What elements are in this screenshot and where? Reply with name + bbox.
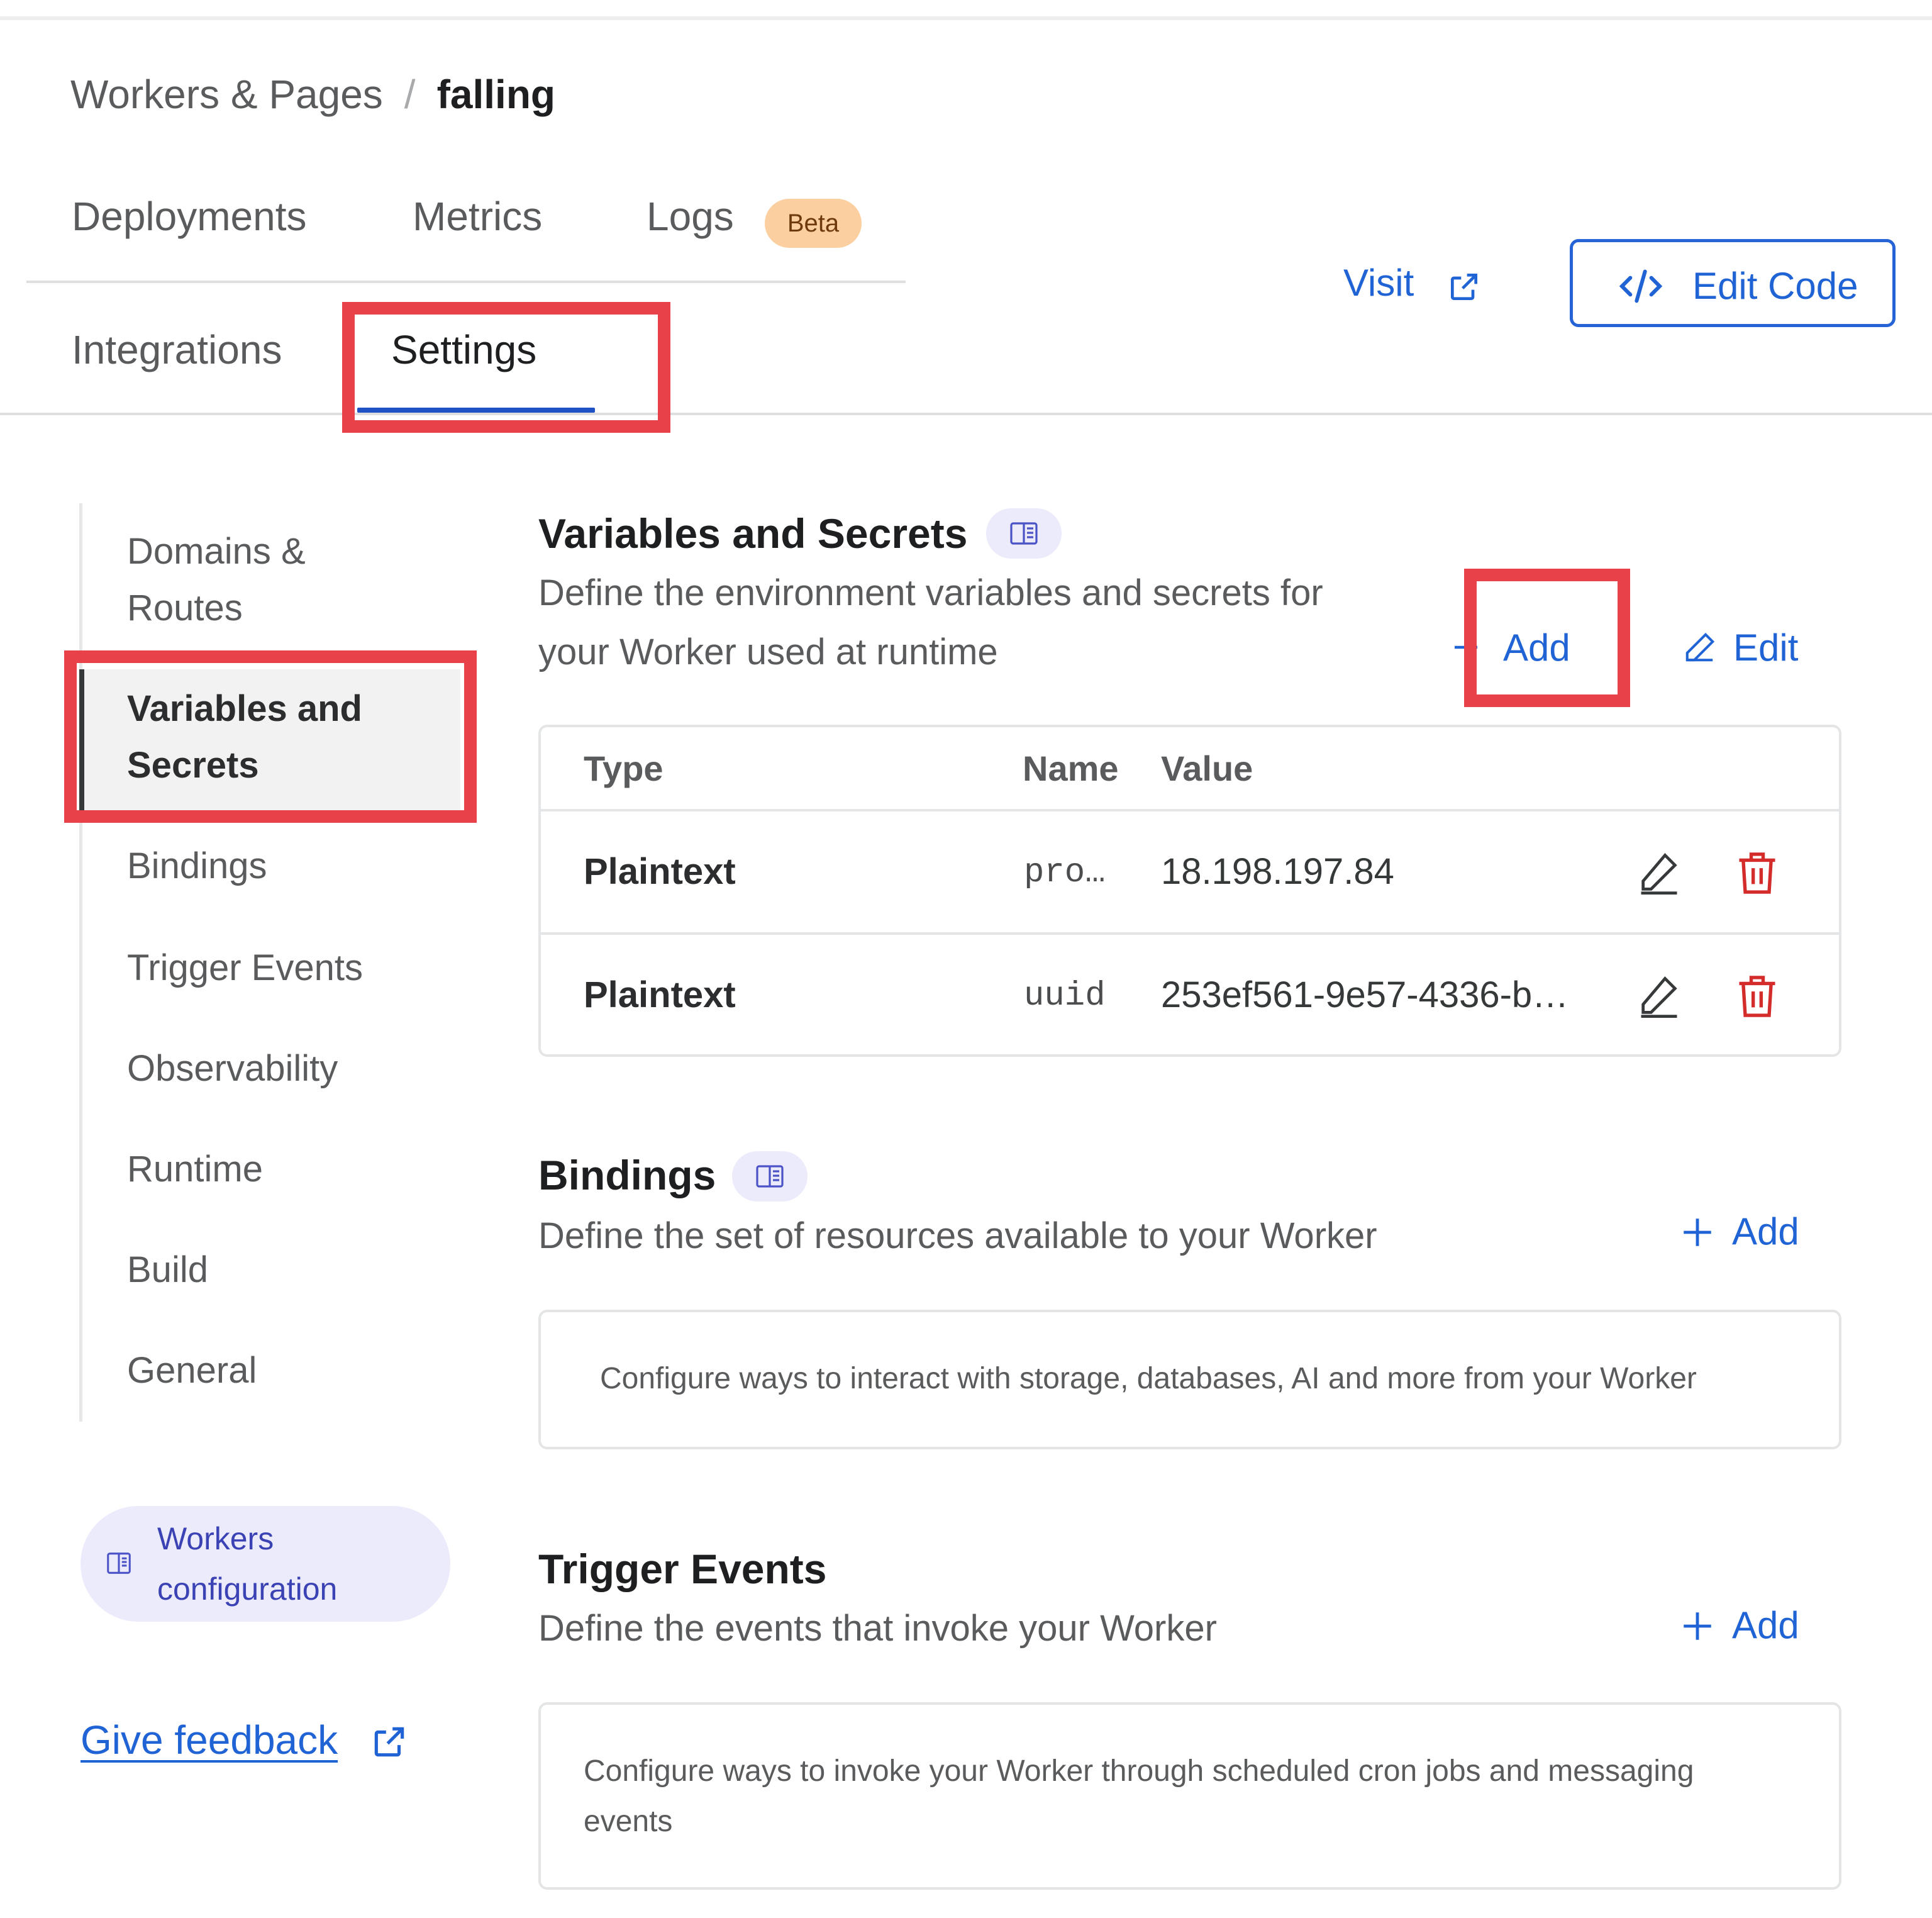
trigger-events-add-label: Add — [1732, 1604, 1799, 1646]
sidebar-item-trigger-events[interactable]: Trigger Events — [127, 940, 363, 996]
sidebar-rule — [79, 503, 82, 1422]
sidebar-item-bindings[interactable]: Bindings — [127, 838, 267, 895]
row-name: uuid — [1024, 977, 1106, 1015]
visit-label: Visit — [1343, 262, 1414, 304]
trigger-events-description: Define the events that invoke your Worke… — [538, 1608, 1217, 1649]
trigger-events-section-title: Trigger Events — [538, 1546, 827, 1592]
book-icon — [104, 1549, 133, 1581]
column-header-name: Name — [1023, 749, 1119, 788]
code-icon — [1616, 261, 1666, 320]
plus-icon — [1684, 1612, 1711, 1640]
tab-integrations[interactable]: Integrations — [72, 323, 282, 376]
tab-logs[interactable]: Logs — [647, 190, 734, 243]
give-feedback-label: Give feedback — [80, 1717, 338, 1763]
edit-code-button[interactable]: Edit Code — [1570, 239, 1896, 327]
sidebar-item-general[interactable]: General — [127, 1342, 257, 1399]
book-icon — [1010, 522, 1038, 545]
variables-edit-label: Edit — [1733, 627, 1799, 669]
variables-edit-button[interactable]: Edit — [1683, 622, 1834, 674]
tab-metrics[interactable]: Metrics — [413, 190, 542, 243]
highlight-variables-nav — [64, 650, 477, 823]
row-type: Plaintext — [584, 851, 736, 892]
header-divider — [0, 413, 1932, 415]
bindings-section-title: Bindings — [538, 1152, 716, 1198]
row-type: Plaintext — [584, 974, 736, 1015]
book-icon — [756, 1165, 784, 1188]
edit-variable-button[interactable] — [1635, 849, 1683, 900]
variables-description: Define the environment variables and sec… — [538, 572, 1323, 672]
tabs-divider — [26, 281, 906, 283]
row-value: 253ef561-9e57-4336-b… — [1161, 974, 1569, 1015]
highlight-add-button — [1464, 569, 1630, 707]
bindings-add-label: Add — [1732, 1210, 1799, 1252]
breadcrumb-current: falling — [436, 72, 555, 117]
sidebar-item-build[interactable]: Build — [127, 1242, 208, 1298]
beta-badge: Beta — [765, 199, 862, 248]
pencil-icon — [1641, 852, 1677, 895]
breadcrumb: Workers & Pages / falling — [70, 68, 555, 121]
bindings-empty-text: Configure ways to interact with storage,… — [600, 1362, 1697, 1395]
trigger-events-empty-text: Configure ways to invoke your Worker thr… — [584, 1754, 1694, 1838]
pencil-icon — [1641, 976, 1677, 1018]
edit-code-label: Edit Code — [1692, 265, 1858, 307]
sidebar-item-domains-routes[interactable]: Domains & Routes — [127, 523, 379, 637]
tab-deployments[interactable]: Deployments — [72, 190, 307, 243]
give-feedback-link[interactable]: Give feedback — [80, 1714, 404, 1766]
breadcrumb-parent[interactable]: Workers & Pages — [70, 72, 383, 117]
edit-variable-button[interactable] — [1635, 973, 1683, 1023]
visit-link[interactable]: Visit — [1343, 257, 1477, 309]
bindings-docs-link[interactable] — [732, 1151, 808, 1202]
delete-variable-button[interactable] — [1733, 848, 1781, 901]
external-link-icon — [1446, 265, 1482, 318]
bindings-add-button[interactable]: Add — [1679, 1205, 1830, 1258]
plus-icon — [1684, 1218, 1711, 1246]
delete-variable-button[interactable] — [1733, 971, 1781, 1025]
trash-icon — [1739, 852, 1775, 894]
trigger-events-add-button[interactable]: Add — [1679, 1599, 1830, 1652]
column-header-type: Type — [584, 749, 663, 788]
external-link-icon — [370, 1721, 409, 1774]
pencil-icon — [1685, 632, 1715, 662]
row-name: pro… — [1024, 854, 1106, 892]
variables-docs-link[interactable] — [986, 508, 1062, 559]
trash-icon — [1739, 976, 1775, 1017]
column-header-value: Value — [1161, 749, 1253, 788]
breadcrumb-separator: / — [404, 72, 416, 117]
bindings-description: Define the set of resources available to… — [538, 1215, 1377, 1256]
sidebar-item-observability[interactable]: Observability — [127, 1040, 338, 1097]
row-value: 18.198.197.84 — [1161, 851, 1394, 892]
variables-section-title: Variables and Secrets — [538, 510, 968, 557]
highlight-settings-tab — [342, 302, 670, 433]
workers-configuration-label: Workers configuration — [157, 1521, 338, 1607]
sidebar-item-runtime[interactable]: Runtime — [127, 1141, 263, 1198]
top-border — [0, 16, 1932, 20]
